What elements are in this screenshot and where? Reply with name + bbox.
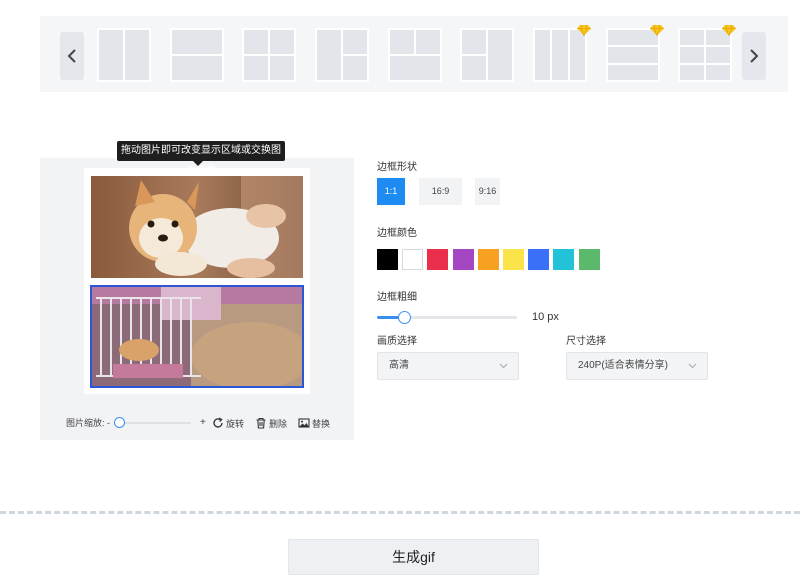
size-label: 尺寸选择: [566, 336, 606, 347]
zoom-slider-track[interactable]: [119, 422, 191, 424]
vip-diamond-icon: [722, 24, 736, 36]
rotate-label: 旋转: [226, 418, 245, 429]
image-icon: [298, 418, 310, 428]
chevron-down-icon: [688, 363, 697, 369]
template-top-two-bottom-one[interactable]: [388, 28, 442, 82]
prev-templates-button[interactable]: [60, 32, 84, 80]
drag-hint-tooltip: 拖动图片即可改变显示区域或交换图片位置: [117, 141, 285, 176]
ratio-16-9-button[interactable]: 16:9: [419, 178, 462, 205]
delete-button[interactable]: 删除: [255, 415, 287, 431]
border-color-swatch[interactable]: [553, 249, 575, 270]
border-width-label: 边框粗细: [377, 292, 417, 303]
border-width-slider-handle[interactable]: [398, 311, 411, 324]
layout-template-strip: [40, 16, 788, 92]
template-four-grid[interactable]: [242, 28, 296, 82]
zoom-slider-handle[interactable]: [114, 417, 125, 428]
zoom-plus-label: +: [200, 417, 206, 428]
ratio-1-1-button[interactable]: 1:1: [377, 178, 405, 205]
trash-icon: [256, 417, 266, 429]
border-color-swatch[interactable]: [503, 249, 524, 270]
template-six-grid[interactable]: [678, 24, 736, 82]
delete-label: 删除: [269, 418, 288, 429]
border-color-swatch[interactable]: [402, 249, 424, 270]
quality-label: 画质选择: [377, 336, 417, 347]
vip-diamond-icon: [577, 24, 591, 36]
quality-select-value: 高清: [389, 360, 409, 371]
chevron-right-icon: [750, 49, 759, 63]
hamster-cage-photo: [91, 286, 303, 387]
border-color-swatch[interactable]: [528, 249, 550, 270]
chevron-left-icon: [67, 49, 76, 63]
collage-image-slot-top[interactable]: [91, 176, 303, 278]
border-color-swatch[interactable]: [427, 249, 449, 270]
template-left-two-right-one[interactable]: [460, 28, 514, 82]
border-color-swatch[interactable]: [452, 249, 474, 270]
border-color-label: 边框颜色: [377, 228, 417, 239]
border-color-swatch[interactable]: [477, 249, 499, 270]
border-color-swatch[interactable]: [578, 249, 600, 270]
section-divider: [0, 511, 800, 514]
border-width-value: 10 px: [532, 311, 559, 323]
border-shape-label: 边框形状: [377, 162, 417, 173]
template-left-big-right-two[interactable]: [315, 28, 369, 82]
rotate-button[interactable]: 旋转: [212, 415, 244, 431]
template-two-columns[interactable]: [97, 28, 151, 82]
zoom-label: 图片缩放: -: [66, 418, 110, 428]
border-color-swatch[interactable]: [377, 249, 398, 270]
template-three-rows[interactable]: [606, 24, 664, 82]
size-select[interactable]: 240P(适合表情分享): [566, 352, 708, 380]
replace-label: 替换: [312, 418, 331, 429]
puppy-photo: [91, 176, 303, 278]
vip-diamond-icon: [650, 24, 664, 36]
template-two-rows[interactable]: [170, 28, 224, 82]
next-templates-button[interactable]: [742, 32, 766, 80]
chevron-down-icon: [499, 363, 508, 369]
generate-gif-button[interactable]: 生成gif: [288, 539, 539, 575]
template-three-columns[interactable]: [533, 24, 591, 82]
replace-button[interactable]: 替换: [298, 415, 330, 431]
ratio-9-16-button[interactable]: 9:16: [475, 178, 500, 205]
quality-select[interactable]: 高清: [377, 352, 519, 380]
rotate-icon: [213, 417, 223, 428]
size-select-value: 240P(适合表情分享): [578, 360, 669, 371]
collage-image-slot-bottom[interactable]: [90, 285, 304, 388]
